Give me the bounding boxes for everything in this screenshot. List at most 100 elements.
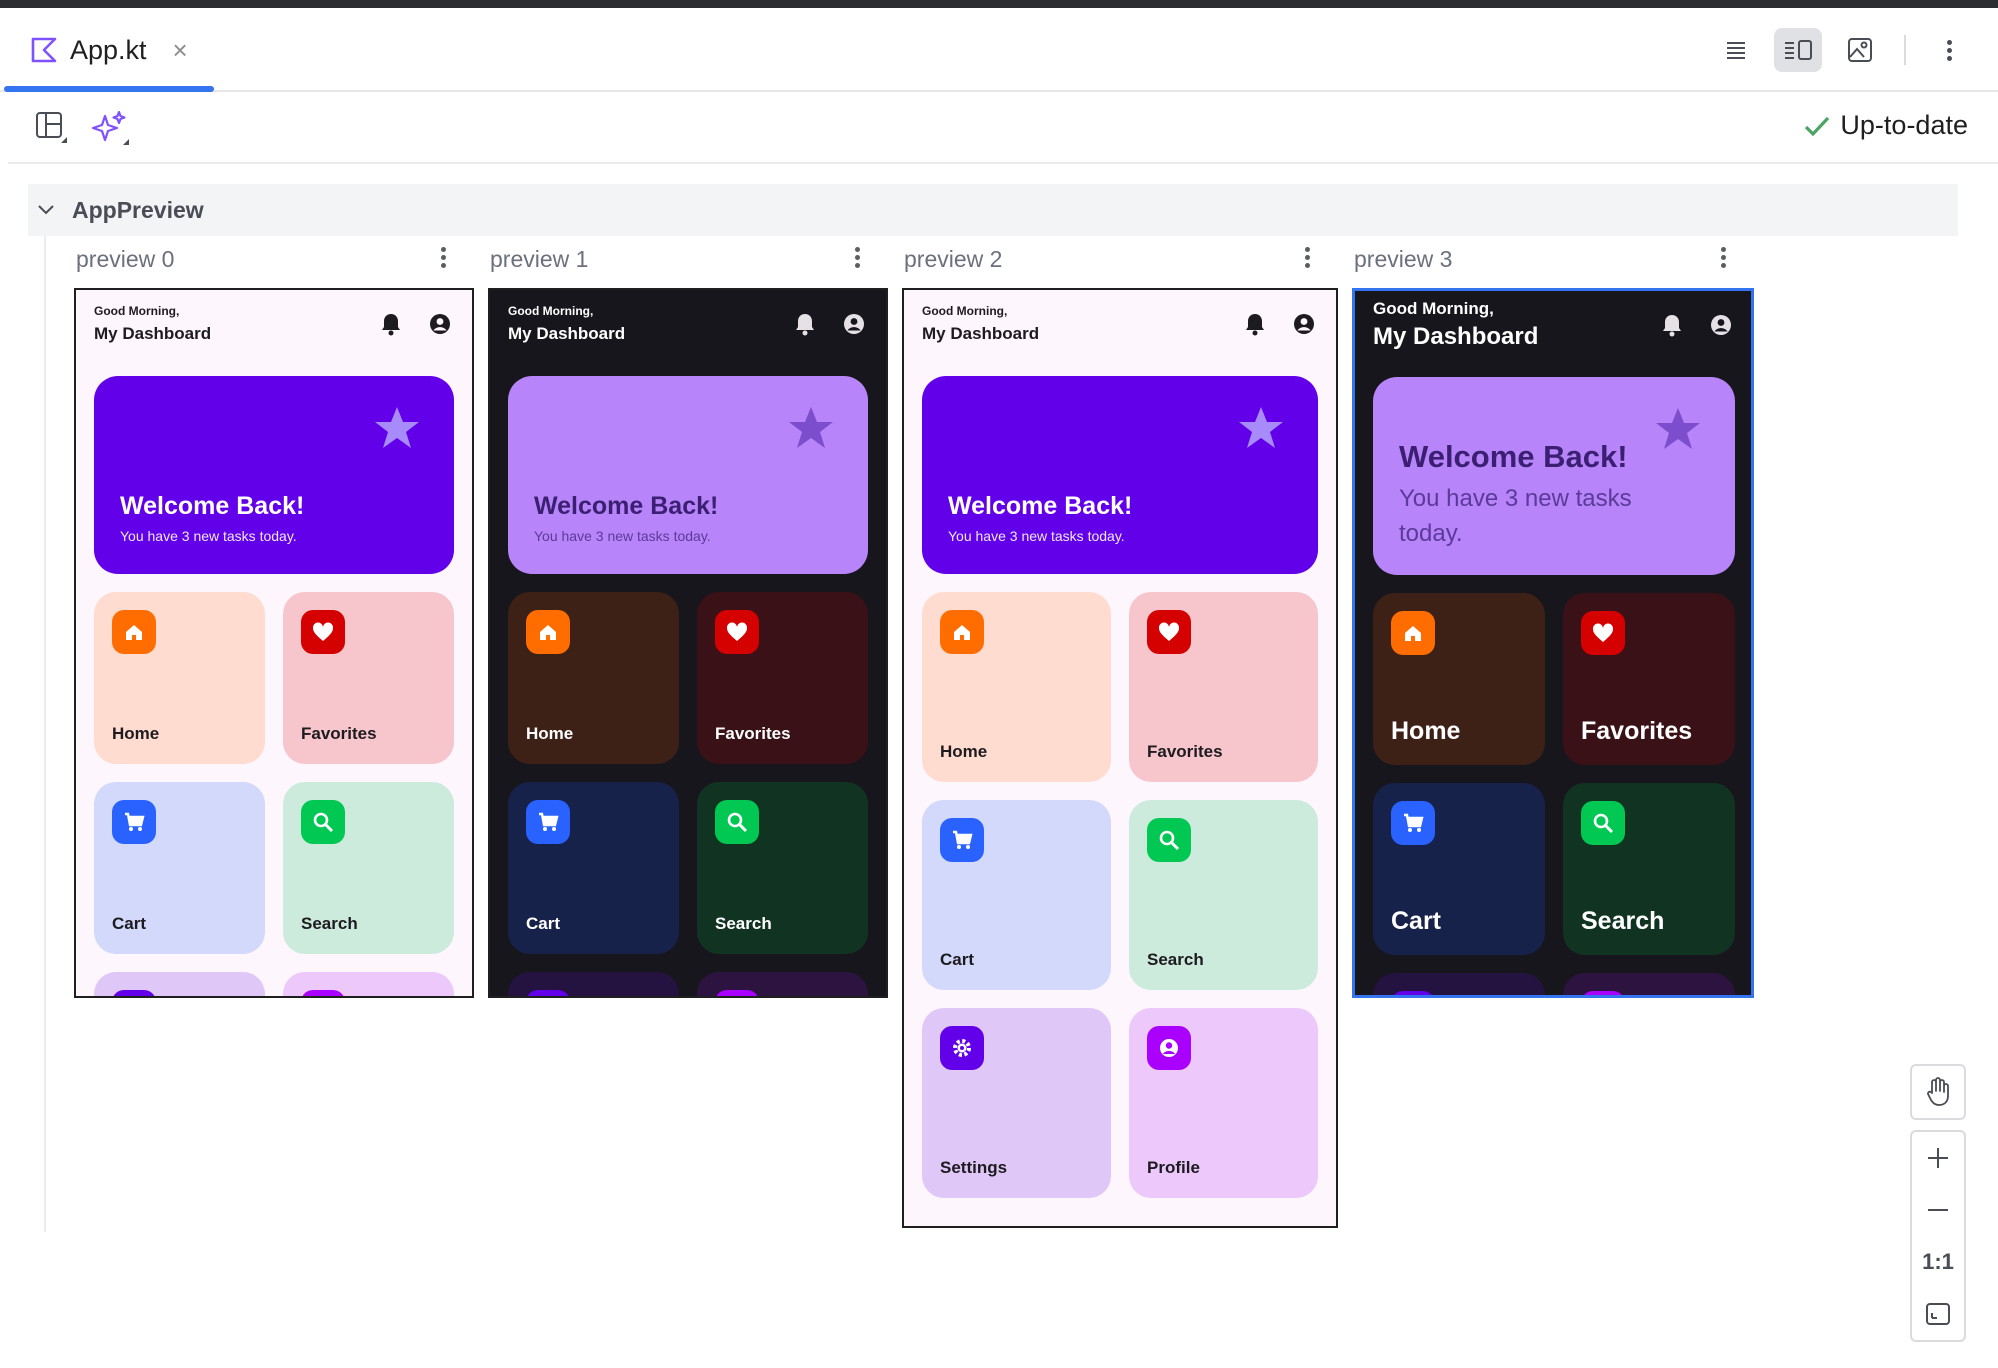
hand-icon xyxy=(1927,1077,1949,1106)
cart-icon xyxy=(940,818,984,862)
actual-size-button[interactable]: 1:1 xyxy=(1912,1236,1964,1288)
close-icon[interactable]: × xyxy=(173,35,188,66)
card-label: Cart xyxy=(1391,907,1442,935)
account-icon[interactable] xyxy=(428,312,452,341)
card-search[interactable]: Search xyxy=(1563,783,1735,955)
build-status-text: Up-to-date xyxy=(1840,110,1968,140)
card-favorites[interactable]: Favorites xyxy=(1563,593,1735,765)
plus-icon xyxy=(1928,1148,1948,1168)
preview-options-button[interactable] xyxy=(1718,244,1728,274)
split-view-icon xyxy=(1785,40,1812,60)
image-icon xyxy=(1848,38,1872,62)
account-icon[interactable] xyxy=(1709,313,1733,342)
card-cart[interactable]: Cart xyxy=(1373,783,1545,955)
account-icon xyxy=(1581,991,1625,995)
pan-button[interactable] xyxy=(1910,1064,1966,1120)
account-icon[interactable] xyxy=(842,312,866,341)
card-home[interactable]: Home xyxy=(1373,593,1545,765)
star-icon xyxy=(1655,407,1701,456)
card-label: Home xyxy=(526,724,574,743)
card-label: Favorites xyxy=(715,724,791,743)
preview-frame[interactable]: Good Morning, My Dashboard Welcome Back! Yo… xyxy=(1352,288,1754,998)
greeting-text: Good Morning, xyxy=(1373,299,1494,318)
preview-label: preview 1 xyxy=(490,246,589,272)
welcome-title: Welcome Back! xyxy=(534,492,719,520)
card-settings[interactable]: Settings xyxy=(922,1008,1111,1198)
gear-icon xyxy=(1391,991,1435,995)
card-settings[interactable]: Settings xyxy=(508,972,679,996)
gear-icon xyxy=(940,1026,984,1070)
bell-icon[interactable] xyxy=(1661,313,1683,342)
design-view-button[interactable] xyxy=(1836,28,1884,72)
card-profile[interactable]: Profile xyxy=(1129,1008,1318,1198)
card-search[interactable]: Search xyxy=(697,782,868,954)
welcome-card[interactable]: Welcome Back! You have 3 new tasks today. xyxy=(1373,377,1735,575)
card-label: Search xyxy=(715,914,772,933)
card-favorites[interactable]: Favorites xyxy=(283,592,454,764)
preview-group-header[interactable]: AppPreview xyxy=(28,184,1958,236)
card-label: Home xyxy=(940,742,988,761)
heart-icon xyxy=(1581,611,1625,655)
card-profile[interactable]: Profile xyxy=(283,972,454,996)
tree-guide-line xyxy=(44,236,46,1232)
heart-icon xyxy=(715,610,759,654)
card-label: Settings xyxy=(940,1158,1008,1177)
card-settings[interactable]: Settings xyxy=(1373,973,1545,995)
card-label: Home xyxy=(1391,717,1461,745)
preview-frame[interactable]: Good Morning, My Dashboard Welcome Back! Yo… xyxy=(902,288,1338,1228)
bell-icon[interactable] xyxy=(794,312,816,341)
cart-icon xyxy=(526,800,570,844)
ai-assist-button[interactable] xyxy=(90,110,130,151)
code-view-button[interactable] xyxy=(1712,28,1760,72)
tab-app-kt[interactable]: App.kt × xyxy=(4,8,214,92)
star-icon xyxy=(1238,406,1284,455)
card-favorites[interactable]: Favorites xyxy=(697,592,868,764)
welcome-card[interactable]: Welcome Back! You have 3 new tasks today. xyxy=(922,376,1318,574)
card-search[interactable]: Search xyxy=(1129,800,1318,990)
bell-icon[interactable] xyxy=(380,312,402,341)
preview-frame[interactable]: Good Morning, My Dashboard Welcome Back! Yo… xyxy=(488,288,888,998)
preview-frame[interactable]: Good Morning, My Dashboard Welcome Back! Yo… xyxy=(74,288,474,998)
card-cart[interactable]: Cart xyxy=(94,782,265,954)
card-search[interactable]: Search xyxy=(283,782,454,954)
zoom-controls: 1:1 xyxy=(1910,1064,1966,1346)
layout-button[interactable] xyxy=(34,110,68,151)
build-status: Up-to-date xyxy=(1804,110,1968,141)
preview-options-button[interactable] xyxy=(438,244,448,274)
welcome-subtitle: You have 3 new tasks today. xyxy=(1399,485,1632,547)
dashboard-title: My Dashboard xyxy=(94,324,212,343)
chevron-down-icon[interactable] xyxy=(36,203,56,217)
split-view-button[interactable] xyxy=(1774,28,1822,72)
dashboard-title: My Dashboard xyxy=(1373,323,1539,350)
fit-screen-button[interactable] xyxy=(1912,1288,1964,1340)
bell-icon[interactable] xyxy=(1244,312,1266,341)
welcome-title: Welcome Back! xyxy=(120,492,305,520)
search-icon xyxy=(1581,801,1625,845)
dashboard-title: My Dashboard xyxy=(508,324,626,343)
greeting-text: Good Morning, xyxy=(922,304,1008,318)
search-icon xyxy=(715,800,759,844)
card-home[interactable]: Home xyxy=(922,592,1111,782)
card-settings[interactable]: Settings xyxy=(94,972,265,996)
header-actions xyxy=(1661,313,1733,342)
zoom-out-button[interactable] xyxy=(1912,1184,1964,1236)
card-profile[interactable]: Profile xyxy=(1563,973,1735,995)
welcome-card[interactable]: Welcome Back! You have 3 new tasks today. xyxy=(94,376,454,574)
card-favorites[interactable]: Favorites xyxy=(1129,592,1318,782)
preview-options-button[interactable] xyxy=(1302,244,1312,274)
card-label: Cart xyxy=(112,914,147,933)
tab-title: App.kt xyxy=(70,34,147,65)
layout-icon xyxy=(36,112,67,143)
preview-options-button[interactable] xyxy=(852,244,862,274)
card-cart[interactable]: Cart xyxy=(922,800,1111,990)
star-icon xyxy=(788,406,834,455)
card-profile[interactable]: Profile xyxy=(697,972,868,996)
card-home[interactable]: Home xyxy=(94,592,265,764)
welcome-card[interactable]: Welcome Back! You have 3 new tasks today. xyxy=(508,376,868,574)
zoom-in-button[interactable] xyxy=(1912,1132,1964,1184)
card-home[interactable]: Home xyxy=(508,592,679,764)
card-cart[interactable]: Cart xyxy=(508,782,679,954)
home-icon xyxy=(1391,611,1435,655)
account-icon[interactable] xyxy=(1292,312,1316,341)
more-options-button[interactable] xyxy=(1926,28,1974,72)
